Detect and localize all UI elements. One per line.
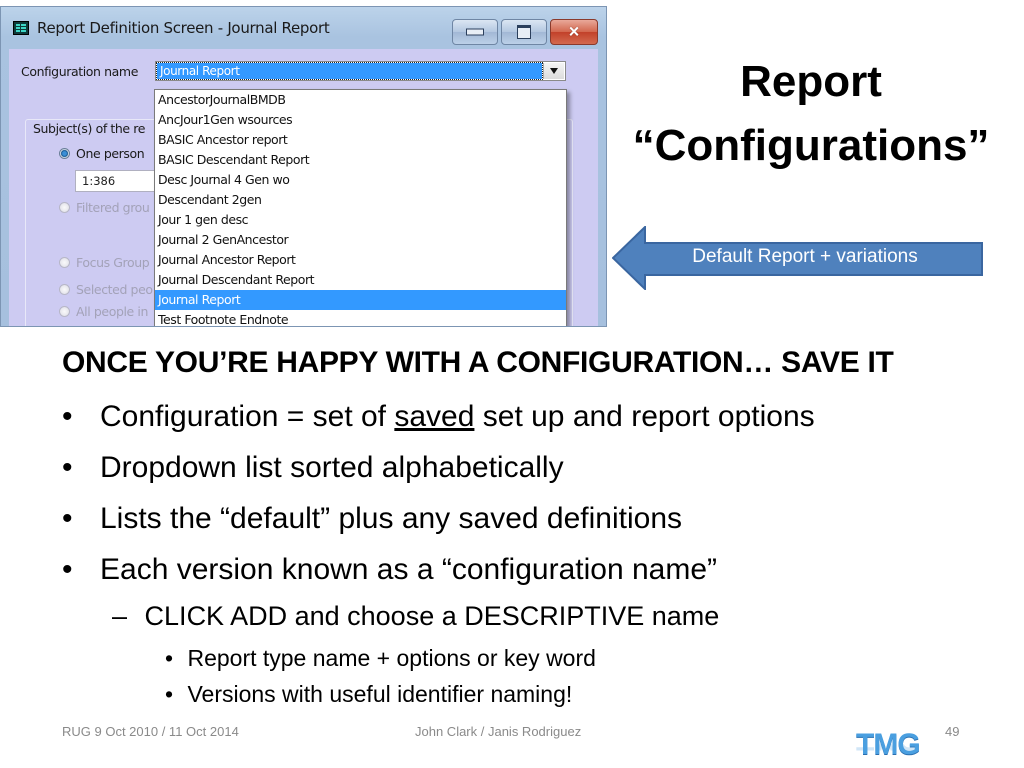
dropdown-arrow-icon[interactable]	[543, 63, 564, 79]
sub-sub-bullet-text: Versions with useful identifier naming!	[187, 681, 573, 707]
dropdown-item[interactable]: Journal Descendant Report	[155, 270, 566, 290]
page-number: 49	[945, 724, 960, 739]
dropdown-item[interactable]: Test Footnote Endnote	[155, 310, 566, 326]
dropdown-item[interactable]: Desc Journal 4 Gen wo	[155, 170, 566, 190]
dropdown-item[interactable]: BASIC Descendant Report	[155, 150, 566, 170]
bullet-text: Configuration = set of saved set up and …	[100, 400, 815, 434]
dropdown-item-selected[interactable]: Journal Report	[155, 290, 566, 310]
footer-authors: John Clark / Janis Rodriguez	[415, 724, 582, 739]
radio-focus-group[interactable]	[59, 257, 70, 268]
bullet-text: Dropdown list sorted alphabetically	[100, 451, 564, 484]
bullet-glyph: •	[62, 400, 73, 433]
bullet-glyph: •	[165, 681, 174, 707]
radio-all-people[interactable]	[59, 306, 70, 317]
minimize-icon	[466, 28, 484, 36]
dropdown-item[interactable]: Jour 1 gen desc	[155, 210, 566, 230]
footer-date: RUG 9 Oct 2010 / 11 Oct 2014	[62, 724, 239, 739]
radio-label-filtered-group: Filtered grou	[76, 200, 150, 215]
radio-one-person[interactable]	[59, 148, 70, 159]
slide-title-line-2: “Configurations”	[632, 121, 990, 170]
dropdown-item[interactable]: Journal 2 GenAncestor	[155, 230, 566, 250]
radio-filtered-group[interactable]	[59, 202, 70, 213]
dropdown-item[interactable]: Descendant 2gen	[155, 190, 566, 210]
radio-label-focus-group: Focus Group	[76, 255, 150, 270]
close-icon: ×	[568, 21, 580, 42]
bullet-glyph: •	[165, 645, 174, 671]
configuration-name-value[interactable]: Journal Report	[156, 62, 543, 80]
maximize-icon	[517, 25, 531, 39]
slide-title-line-1: Report	[740, 57, 882, 106]
bullet-text: Lists the “default” plus any saved defin…	[100, 502, 682, 535]
dropdown-item[interactable]: AncJour1Gen wsources	[155, 110, 566, 130]
sub-sub-bullet-text: Report type name + options or key word	[187, 645, 596, 671]
minimize-button[interactable]	[452, 19, 498, 45]
subjects-group-label: Subject(s) of the re	[33, 121, 146, 136]
bullet-glyph: •	[62, 502, 73, 535]
bullet-glyph: •	[62, 553, 73, 586]
tmg-logo-reflection: TMG	[856, 744, 920, 756]
bullet-text-post: set up and report options	[474, 400, 815, 433]
slide-headline: ONCE YOU’RE HAPPY WITH A CONFIGURATION… …	[62, 346, 894, 379]
dropdown-item[interactable]: AncestorJournalBMDB	[155, 90, 566, 110]
bullet-text: Each version known as a “configuration n…	[100, 553, 717, 586]
app-grid-icon	[13, 21, 29, 35]
bullet-glyph: •	[62, 451, 73, 484]
bullet-text-underlined: saved	[394, 400, 475, 433]
configuration-name-combobox[interactable]: Journal Report	[155, 61, 566, 81]
radio-selected-people[interactable]	[59, 284, 70, 295]
window-title: Report Definition Screen - Journal Repor…	[37, 19, 330, 37]
sub-bullet-item: – CLICK ADD and choose a DESCRIPTIVE nam…	[112, 601, 719, 632]
report-definition-window: Report Definition Screen - Journal Repor…	[0, 6, 607, 327]
sub-sub-bullet-item: • Report type name + options or key word	[165, 645, 596, 672]
sub-bullet-text: CLICK ADD and choose a DESCRIPTIVE name	[144, 601, 720, 631]
slide-title: Report “Configurations”	[606, 50, 1016, 178]
configuration-dropdown-list[interactable]: AncestorJournalBMDB AncJour1Gen wsources…	[154, 89, 567, 326]
maximize-button[interactable]	[501, 19, 547, 45]
dropdown-item[interactable]: Journal Ancestor Report	[155, 250, 566, 270]
dash-glyph: –	[112, 601, 128, 631]
configuration-name-label: Configuration name	[21, 64, 138, 79]
radio-label-all-people: All people in	[76, 304, 149, 319]
window-titlebar: Report Definition Screen - Journal Repor…	[1, 7, 606, 47]
dropdown-item[interactable]: BASIC Ancestor report	[155, 130, 566, 150]
sub-sub-bullet-item: • Versions with useful identifier naming…	[165, 681, 572, 708]
radio-label-selected-people: Selected peo	[76, 282, 153, 297]
person-id-input[interactable]: 1:386	[75, 170, 165, 192]
close-button[interactable]: ×	[550, 19, 598, 45]
callout-label: Default Report + variations	[692, 246, 918, 267]
radio-label-one-person: One person	[76, 146, 145, 161]
bullet-text-pre: Configuration = set of	[100, 400, 395, 433]
